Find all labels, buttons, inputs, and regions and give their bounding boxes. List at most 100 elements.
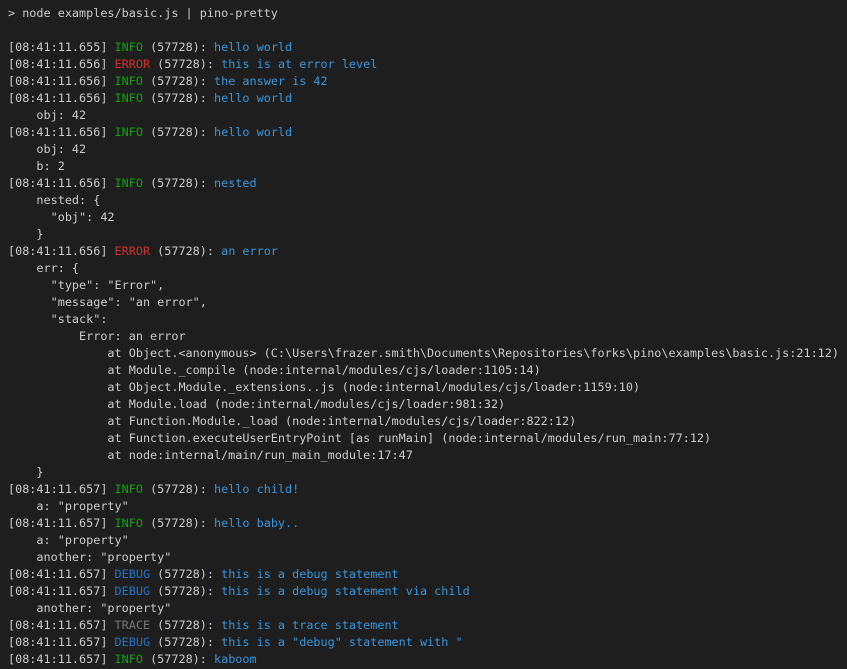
log-line: [08:41:11.656] INFO (57728): hello world bbox=[8, 124, 847, 141]
log-detail-line: at Module._compile (node:internal/module… bbox=[8, 362, 847, 379]
log-line: [08:41:11.657] INFO (57728): kaboom bbox=[8, 651, 847, 668]
log-timestamp: [08:41:11.657] bbox=[8, 567, 115, 581]
log-pid: (57728): bbox=[143, 40, 214, 54]
detail-text: at node:internal/main/run_main_module:17… bbox=[8, 448, 413, 462]
log-timestamp: [08:41:11.657] bbox=[8, 584, 115, 598]
log-line: [08:41:11.656] INFO (57728): nested bbox=[8, 175, 847, 192]
log-level-info: INFO bbox=[115, 652, 143, 666]
log-level-error: ERROR bbox=[115, 57, 151, 71]
log-pid: (57728): bbox=[150, 57, 221, 71]
log-level-debug: DEBUG bbox=[115, 584, 151, 598]
log-detail-line: a: "property" bbox=[8, 498, 847, 515]
log-pid: (57728): bbox=[150, 618, 221, 632]
log-detail-line: another: "property" bbox=[8, 549, 847, 566]
log-message: hello world bbox=[214, 40, 292, 54]
log-message: kaboom bbox=[214, 652, 257, 666]
log-message: nested bbox=[214, 176, 257, 190]
log-detail-line: at Object.<anonymous> (C:\Users\frazer.s… bbox=[8, 345, 847, 362]
detail-text: "type": "Error", bbox=[8, 278, 164, 292]
detail-text: at Object.Module._extensions..js (node:i… bbox=[8, 380, 640, 394]
detail-text: another: "property" bbox=[8, 550, 171, 564]
log-detail-line: } bbox=[8, 464, 847, 481]
log-message: hello child! bbox=[214, 482, 299, 496]
detail-text: a: "property" bbox=[8, 499, 129, 513]
log-message: this is at error level bbox=[221, 57, 377, 71]
log-line: [08:41:11.656] ERROR (57728): this is at… bbox=[8, 56, 847, 73]
log-detail-line: } bbox=[8, 226, 847, 243]
blank-line bbox=[8, 22, 847, 39]
log-level-info: INFO bbox=[115, 482, 143, 496]
log-pid: (57728): bbox=[150, 584, 221, 598]
log-pid: (57728): bbox=[143, 652, 214, 666]
log-timestamp: [08:41:11.657] bbox=[8, 635, 115, 649]
log-pid: (57728): bbox=[150, 244, 221, 258]
log-line: [08:41:11.656] INFO (57728): the answer … bbox=[8, 73, 847, 90]
log-timestamp: [08:41:11.656] bbox=[8, 176, 115, 190]
log-level-trace: TRACE bbox=[115, 618, 151, 632]
log-detail-line: "type": "Error", bbox=[8, 277, 847, 294]
log-detail-line: "stack": bbox=[8, 311, 847, 328]
detail-text: "message": "an error", bbox=[8, 295, 207, 309]
log-detail-line: at Function.Module._load (node:internal/… bbox=[8, 413, 847, 430]
log-detail-line: "message": "an error", bbox=[8, 294, 847, 311]
log-pid: (57728): bbox=[143, 74, 214, 88]
log-pid: (57728): bbox=[143, 125, 214, 139]
detail-text: "obj": 42 bbox=[8, 210, 115, 224]
log-timestamp: [08:41:11.656] bbox=[8, 74, 115, 88]
log-detail-line: obj: 42 bbox=[8, 107, 847, 124]
log-message: this is a debug statement bbox=[221, 567, 399, 581]
log-detail-line: at node:internal/main/run_main_module:17… bbox=[8, 447, 847, 464]
detail-text: b: 2 bbox=[8, 159, 65, 173]
log-timestamp: [08:41:11.656] bbox=[8, 57, 115, 71]
log-detail-line: nested: { bbox=[8, 192, 847, 209]
log-detail-line: at Function.executeUserEntryPoint [as ru… bbox=[8, 430, 847, 447]
log-level-info: INFO bbox=[115, 516, 143, 530]
log-level-info: INFO bbox=[115, 40, 143, 54]
log-pid: (57728): bbox=[150, 635, 221, 649]
log-message: the answer is 42 bbox=[214, 74, 328, 88]
log-message: hello world bbox=[214, 91, 292, 105]
detail-text: Error: an error bbox=[8, 329, 186, 343]
detail-text: a: "property" bbox=[8, 533, 129, 547]
log-detail-line: b: 2 bbox=[8, 158, 847, 175]
log-level-error: ERROR bbox=[115, 244, 151, 258]
log-timestamp: [08:41:11.655] bbox=[8, 40, 115, 54]
log-level-info: INFO bbox=[115, 91, 143, 105]
terminal[interactable]: > node examples/basic.js | pino-pretty [… bbox=[0, 0, 847, 669]
log-detail-line: another: "property" bbox=[8, 600, 847, 617]
detail-text: another: "property" bbox=[8, 601, 171, 615]
log-detail-line: at Object.Module._extensions..js (node:i… bbox=[8, 379, 847, 396]
log-detail-line: obj: 42 bbox=[8, 141, 847, 158]
log-pid: (57728): bbox=[143, 482, 214, 496]
log-line: [08:41:11.657] DEBUG (57728): this is a … bbox=[8, 583, 847, 600]
detail-text: obj: 42 bbox=[8, 142, 86, 156]
log-message: this is a "debug" statement with " bbox=[221, 635, 462, 649]
log-timestamp: [08:41:11.656] bbox=[8, 125, 115, 139]
log-timestamp: [08:41:11.657] bbox=[8, 482, 115, 496]
log-level-debug: DEBUG bbox=[115, 635, 151, 649]
log-timestamp: [08:41:11.657] bbox=[8, 652, 115, 666]
log-message: hello baby.. bbox=[214, 516, 299, 530]
log-line: [08:41:11.657] DEBUG (57728): this is a … bbox=[8, 634, 847, 651]
log-message: an error bbox=[221, 244, 278, 258]
command-line: > node examples/basic.js | pino-pretty bbox=[8, 5, 847, 22]
log-detail-line: a: "property" bbox=[8, 532, 847, 549]
log-line: [08:41:11.657] DEBUG (57728): this is a … bbox=[8, 566, 847, 583]
log-message: hello world bbox=[214, 125, 292, 139]
detail-text: at Function.executeUserEntryPoint [as ru… bbox=[8, 431, 711, 445]
log-detail-line: "obj": 42 bbox=[8, 209, 847, 226]
log-timestamp: [08:41:11.657] bbox=[8, 516, 115, 530]
log-timestamp: [08:41:11.656] bbox=[8, 244, 115, 258]
log-detail-line: at Module.load (node:internal/modules/cj… bbox=[8, 396, 847, 413]
detail-text: at Module._compile (node:internal/module… bbox=[8, 363, 541, 377]
detail-text: at Function.Module._load (node:internal/… bbox=[8, 414, 576, 428]
log-level-info: INFO bbox=[115, 74, 143, 88]
detail-text: at Object.<anonymous> (C:\Users\frazer.s… bbox=[8, 346, 839, 360]
detail-text: nested: { bbox=[8, 193, 100, 207]
log-level-info: INFO bbox=[115, 125, 143, 139]
detail-text: at Module.load (node:internal/modules/cj… bbox=[8, 397, 505, 411]
log-message: this is a trace statement bbox=[221, 618, 399, 632]
log-detail-line: Error: an error bbox=[8, 328, 847, 345]
log-timestamp: [08:41:11.657] bbox=[8, 618, 115, 632]
log-timestamp: [08:41:11.656] bbox=[8, 91, 115, 105]
